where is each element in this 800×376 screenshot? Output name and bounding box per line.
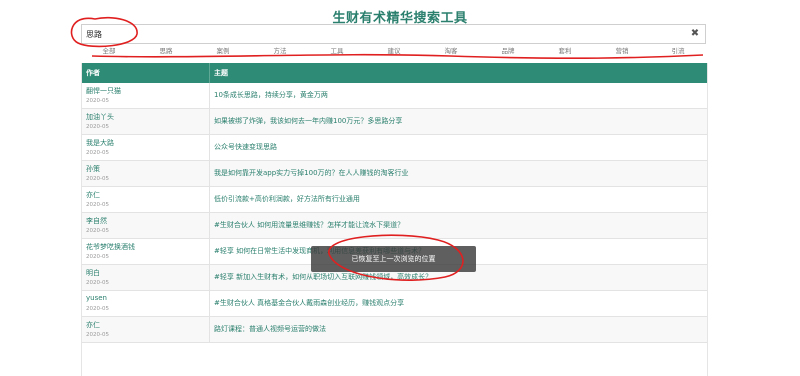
table-row[interactable]: 李自然 2020-05 #生财合伙人 如何用流量思维赚钱？怎样才能让流水下渠道？ <box>82 213 707 239</box>
tab-taoke[interactable]: 淘客 <box>445 45 458 55</box>
tab-all[interactable]: 全部 <box>103 45 116 55</box>
close-icon[interactable]: ✖ <box>689 27 701 41</box>
tab-advice[interactable]: 建议 <box>388 45 401 55</box>
table-row[interactable]: 孙策 2020-05 我是如何靠开发app实力亏掉100万的？在人人赚钱的淘客行… <box>82 161 707 187</box>
column-divider <box>209 265 210 290</box>
column-divider <box>209 63 210 83</box>
column-header-author: 作者 <box>86 69 100 77</box>
topic-link[interactable]: 公众号快速变现思路 <box>214 142 277 152</box>
topic-link[interactable]: 低价引流款+高价利润款，好方法所有行业通用 <box>214 194 360 204</box>
table-row[interactable]: 我是大路 2020-05 公众号快速变现思路 <box>82 135 707 161</box>
author-link[interactable]: 孙策 <box>86 164 100 174</box>
tab-traffic[interactable]: 引流 <box>672 45 685 55</box>
post-date: 2020-05 <box>86 124 109 130</box>
topic-link[interactable]: #轻享 新加入生财有术，如何从职场切入互联网赚钱领域，高效成长？ <box>214 272 432 282</box>
column-divider <box>209 109 210 134</box>
post-date: 2020-05 <box>86 150 109 156</box>
column-divider <box>209 317 210 342</box>
author-link[interactable]: 亦仁 <box>86 190 100 200</box>
author-link[interactable]: 花爷梦呓换酒钱 <box>86 242 135 252</box>
table-row[interactable]: 加油丫头 2020-05 如果被绑了炸弹，我该如何去一年内赚100万元？多思路分… <box>82 109 707 135</box>
column-divider <box>209 291 210 316</box>
column-header-topic: 主题 <box>214 69 228 77</box>
tab-marketing[interactable]: 营销 <box>616 45 629 55</box>
table-row[interactable]: yusen 2020-05 #生财合伙人 真格基金合伙人戴雨森创业经历，赚钱观点… <box>82 291 707 317</box>
author-link[interactable]: yusen <box>86 294 107 302</box>
post-date: 2020-05 <box>86 202 109 208</box>
post-date: 2020-05 <box>86 280 109 286</box>
table-row[interactable]: 翻悍一只猫 2020-05 10条成长思路，持续分享，黄金万两 <box>82 83 707 109</box>
post-date: 2020-05 <box>86 332 109 338</box>
column-divider <box>209 239 210 264</box>
topic-link[interactable]: #生财合伙人 真格基金合伙人戴雨森创业经历，赚钱观点分享 <box>214 298 404 308</box>
topic-link[interactable]: #生财合伙人 如何用流量思维赚钱？怎样才能让流水下渠道？ <box>214 220 404 230</box>
table-row[interactable]: 亦仁 2020-05 路灯课程：普通人视频号运营的做法 <box>82 317 707 343</box>
tab-brand[interactable]: 品牌 <box>502 45 515 55</box>
results-table: 作者 主题 翻悍一只猫 2020-05 10条成长思路，持续分享，黄金万两 加油… <box>81 63 708 376</box>
post-date: 2020-05 <box>86 306 109 312</box>
column-divider <box>209 213 210 238</box>
restore-position-toast: 已恢复至上一次浏览的位置 <box>311 246 476 272</box>
tab-arbitrage[interactable]: 套利 <box>559 45 572 55</box>
column-divider <box>209 187 210 212</box>
search-box[interactable]: ✖ <box>81 24 706 44</box>
author-link[interactable]: 李自然 <box>86 216 107 226</box>
topic-link[interactable]: 如果被绑了炸弹，我该如何去一年内赚100万元？多思路分享 <box>214 116 402 126</box>
topic-link[interactable]: 路灯课程：普通人视频号运营的做法 <box>214 324 326 334</box>
column-divider <box>209 161 210 186</box>
author-link[interactable]: 亦仁 <box>86 320 100 330</box>
post-date: 2020-05 <box>86 98 109 104</box>
author-link[interactable]: 我是大路 <box>86 138 114 148</box>
category-tabs: 全部 思路 案例 方法 工具 建议 淘客 品牌 套利 营销 引流 <box>81 43 706 57</box>
author-link[interactable]: 加油丫头 <box>86 112 114 122</box>
post-date: 2020-05 <box>86 176 109 182</box>
tab-methods[interactable]: 方法 <box>274 45 287 55</box>
search-input[interactable] <box>86 26 676 42</box>
column-divider <box>209 83 210 108</box>
topic-link[interactable]: 我是如何靠开发app实力亏掉100万的？在人人赚钱的淘客行业 <box>214 168 409 178</box>
column-divider <box>209 135 210 160</box>
author-link[interactable]: 翻悍一只猫 <box>86 86 121 96</box>
tab-tools[interactable]: 工具 <box>331 45 344 55</box>
table-header: 作者 主题 <box>82 63 707 83</box>
topic-link[interactable]: 10条成长思路，持续分享，黄金万两 <box>214 90 328 100</box>
tab-cases[interactable]: 案例 <box>217 45 230 55</box>
author-link[interactable]: 明白 <box>86 268 100 278</box>
table-row[interactable]: 亦仁 2020-05 低价引流款+高价利润款，好方法所有行业通用 <box>82 187 707 213</box>
tab-ideas[interactable]: 思路 <box>160 45 173 55</box>
post-date: 2020-05 <box>86 228 109 234</box>
post-date: 2020-05 <box>86 254 109 260</box>
